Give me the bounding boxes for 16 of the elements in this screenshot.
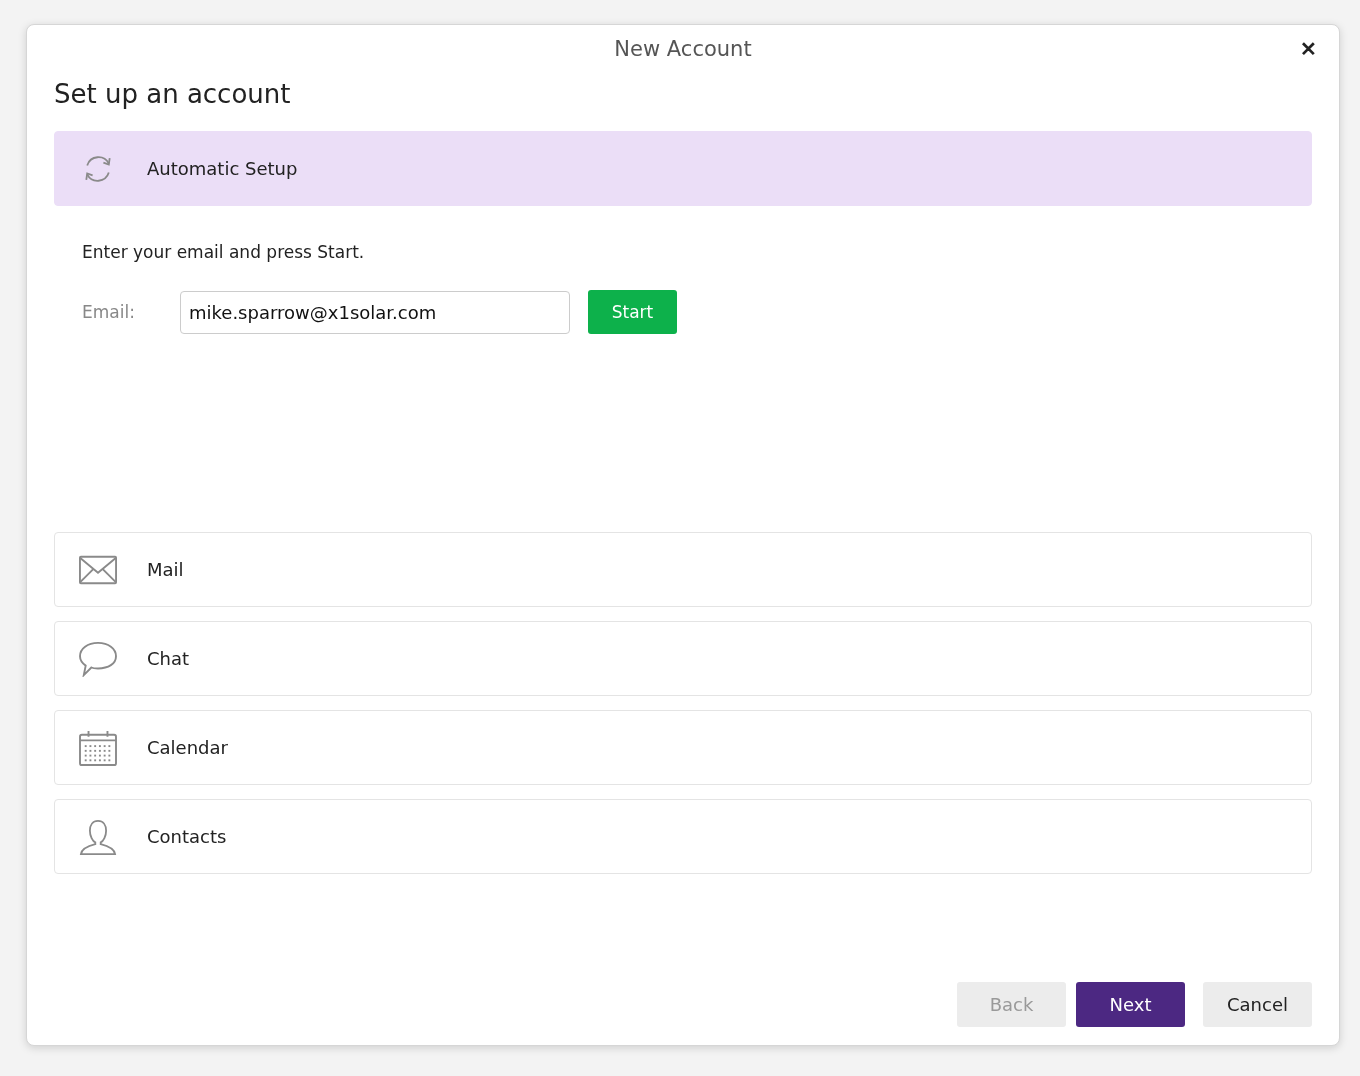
email-field[interactable]: mike.sparrow@x1solar.com <box>180 290 570 334</box>
dialog-button[interactable]: Next <box>1076 982 1185 1027</box>
window-title: New Account <box>614 37 752 63</box>
account-type-option[interactable]: Automatic Setup <box>54 131 1312 206</box>
close-button[interactable]: ✕ <box>1296 35 1321 63</box>
account-type-option[interactable]: Mail <box>54 532 1312 607</box>
instruction-text: Enter your email and press Start. <box>82 242 365 262</box>
dialog-button[interactable]: Cancel <box>1203 982 1312 1027</box>
account-type-option[interactable]: Chat <box>54 621 1312 696</box>
page-heading: Set up an account <box>54 79 292 109</box>
email-label: Email: <box>82 302 136 322</box>
calendar-icon <box>79 729 117 766</box>
account-type-option[interactable]: Contacts <box>54 799 1312 874</box>
speech-bubble-icon <box>79 640 117 677</box>
person-icon <box>79 818 117 855</box>
account-type-option[interactable]: Calendar <box>54 710 1312 785</box>
